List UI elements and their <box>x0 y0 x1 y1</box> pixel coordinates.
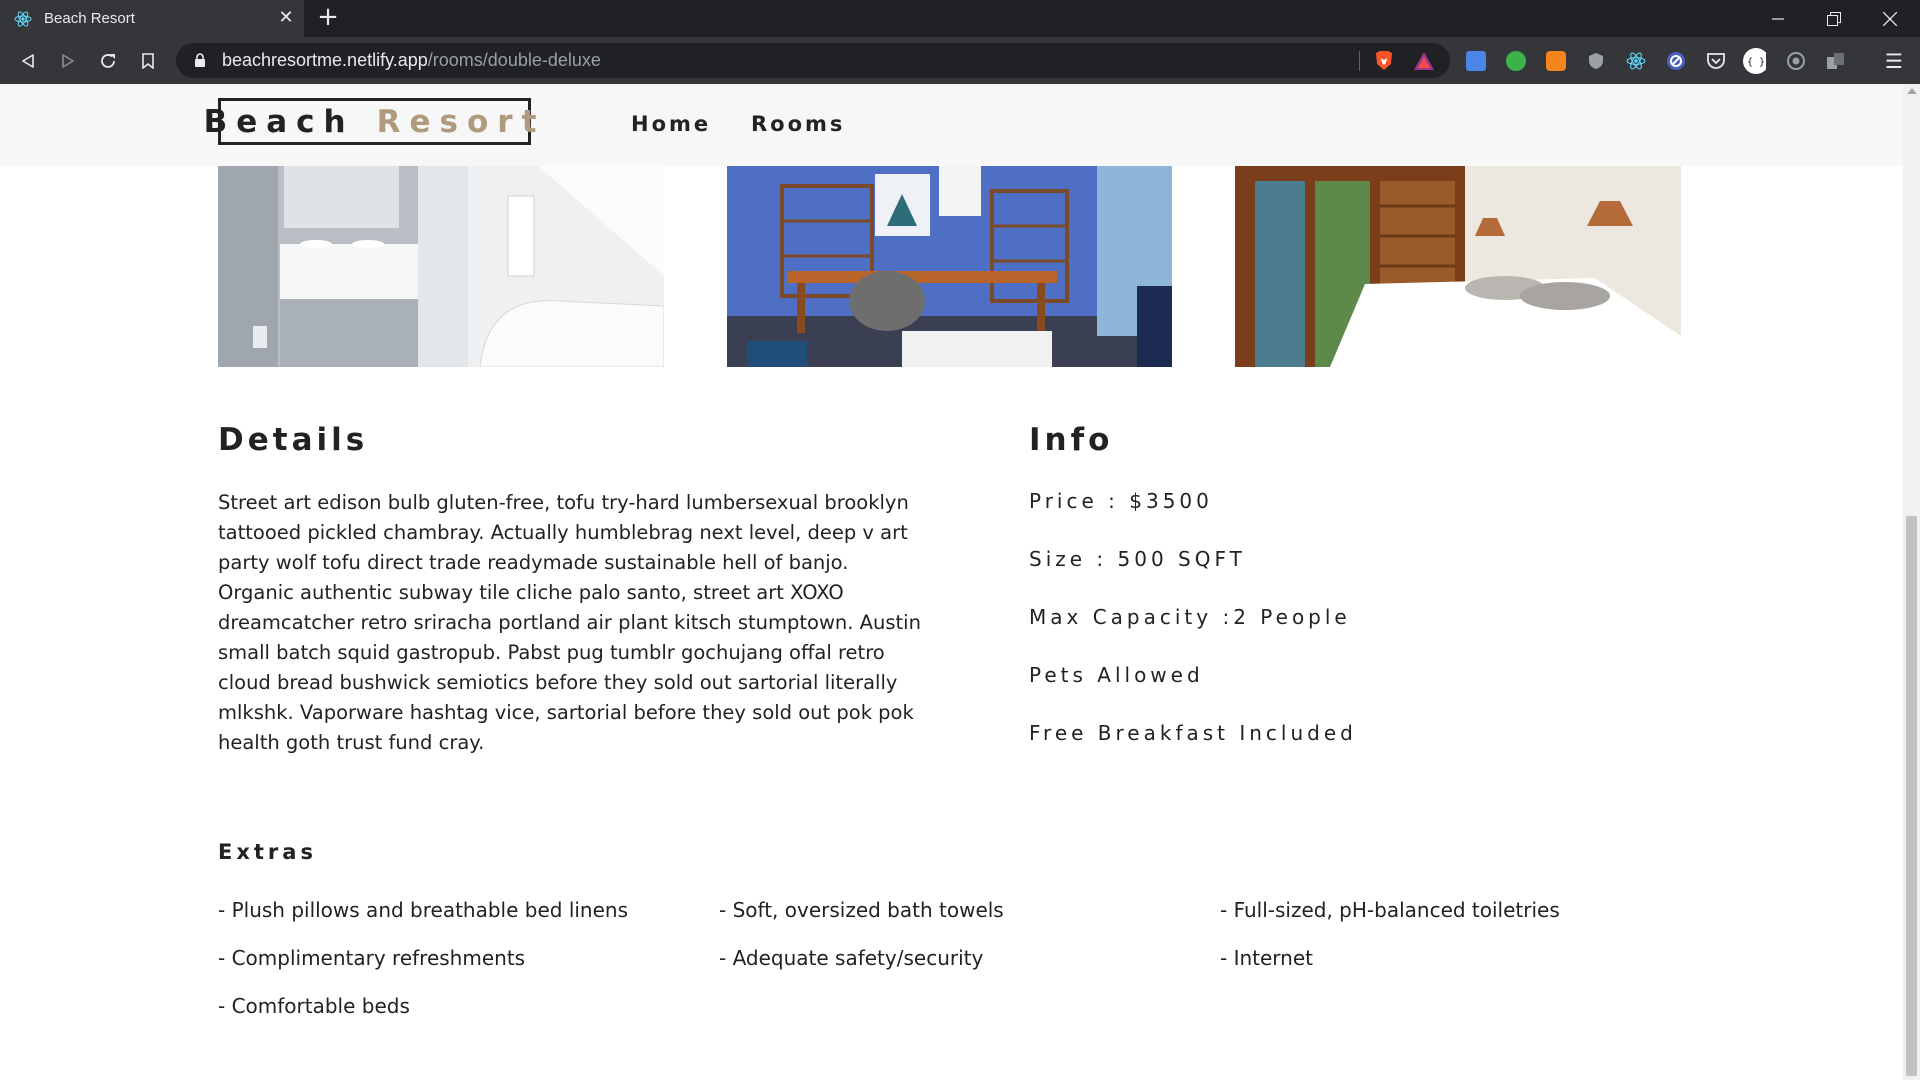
extras-item: - Comfortable beds <box>218 994 410 1018</box>
scroll-thumb[interactable] <box>1906 516 1917 1076</box>
minimize-button[interactable] <box>1750 0 1806 37</box>
extras-item: - Full-sized, pH-balanced toiletries <box>1220 898 1560 922</box>
nav-link-rooms[interactable]: Rooms <box>751 112 845 136</box>
info-capacity: Max Capacity :2 People <box>1029 605 1351 629</box>
room-image-bedroom <box>1235 166 1681 367</box>
browser-tab[interactable]: Beach Resort ✕ <box>0 0 304 37</box>
forward-button[interactable] <box>54 47 82 75</box>
bookmark-icon[interactable] <box>134 47 162 75</box>
close-window-button[interactable] <box>1862 0 1918 37</box>
details-description: Street art edison bulb gluten-free, tofu… <box>218 491 921 754</box>
site-navbar: Beach Resort Home Rooms <box>0 84 1903 166</box>
new-tab-button[interactable]: + <box>316 4 340 30</box>
extras-item: - Adequate safety/security <box>719 946 984 970</box>
metamask-icon[interactable] <box>1544 49 1568 73</box>
info-title: Info <box>1029 422 1114 458</box>
scroll-up-arrow-icon[interactable] <box>1907 88 1917 94</box>
details-title: Details <box>218 422 369 458</box>
back-button[interactable] <box>14 47 42 75</box>
record-icon[interactable] <box>1784 49 1808 73</box>
shield-extension-icon[interactable] <box>1584 49 1608 73</box>
restore-button[interactable] <box>1806 0 1862 37</box>
translate-icon[interactable] <box>1464 49 1488 73</box>
page-scrollbar[interactable] <box>1903 84 1920 1080</box>
info-price: Price : $3500 <box>1029 489 1213 513</box>
json-viewer-icon[interactable]: { } <box>1742 48 1766 74</box>
browser-toolbar: beachresortme.netlify.app/rooms/double-d… <box>0 37 1920 84</box>
extras-item: - Internet <box>1220 946 1313 970</box>
block-extension-icon[interactable] <box>1664 49 1688 73</box>
tab-close-icon[interactable]: ✕ <box>276 8 296 28</box>
browser-menu-icon[interactable]: ☰ <box>1880 47 1908 75</box>
extras-item: - Soft, oversized bath towels <box>719 898 1004 922</box>
extensions-puzzle-icon[interactable] <box>1824 49 1848 73</box>
nav-link-home[interactable]: Home <box>631 112 711 136</box>
info-breakfast: Free Breakfast Included <box>1029 721 1357 745</box>
room-image-office <box>727 166 1172 367</box>
info-size: Size : 500 SQFT <box>1029 547 1246 571</box>
brave-lion-icon[interactable] <box>1372 49 1396 73</box>
page-viewport: Beach Resort Home Rooms Details Street a… <box>0 84 1920 1080</box>
react-favicon-icon <box>14 10 32 28</box>
extras-item: - Complimentary refreshments <box>218 946 526 970</box>
extras-item: - Plush pillows and breathable bed linen… <box>218 898 629 922</box>
svg-text:{ }: { } <box>1747 57 1765 68</box>
tab-title: Beach Resort <box>44 10 135 27</box>
react-devtools-icon[interactable] <box>1624 49 1648 73</box>
brave-rewards-icon[interactable] <box>1412 49 1436 73</box>
url-separator <box>1359 51 1360 71</box>
pocket-icon[interactable] <box>1704 49 1728 73</box>
extension-green-icon[interactable] <box>1504 49 1528 73</box>
lock-icon <box>192 52 208 70</box>
extras-title: Extras <box>218 840 317 864</box>
address-bar[interactable]: beachresortme.netlify.app/rooms/double-d… <box>176 43 1450 78</box>
room-image-bathroom <box>218 166 664 367</box>
info-pets: Pets Allowed <box>1029 663 1204 687</box>
site-logo[interactable]: Beach Resort <box>204 98 536 145</box>
browser-tab-bar: Beach Resort ✕ + <box>0 0 1920 37</box>
reload-button[interactable] <box>94 47 122 75</box>
url-text: beachresortme.netlify.app/rooms/double-d… <box>222 50 601 70</box>
